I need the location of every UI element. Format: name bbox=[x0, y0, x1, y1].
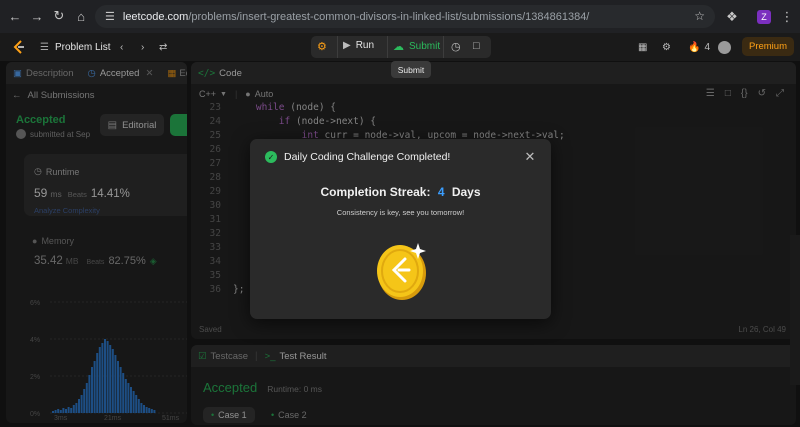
prev-problem-icon[interactable]: ‹ bbox=[120, 37, 123, 57]
streak-line: Completion Streak: 4 Days bbox=[250, 185, 551, 199]
close-icon[interactable]: ✕ bbox=[521, 148, 539, 166]
browser-menu-icon[interactable]: ⋮ bbox=[778, 5, 796, 28]
next-problem-icon[interactable]: › bbox=[141, 37, 144, 57]
streak-unit: Days bbox=[451, 185, 481, 199]
debug-icon[interactable]: ⚙ bbox=[317, 40, 327, 53]
submit-tooltip: Submit bbox=[391, 61, 431, 78]
back-arrow-icon[interactable]: ← bbox=[4, 5, 26, 27]
submit-label: Submit bbox=[409, 41, 441, 52]
app-header: ☰ Problem List ‹ › ⇄ ⚙ ▶ Run ☁ Submit ◷ … bbox=[0, 33, 800, 61]
modal-title: Daily Coding Challenge Completed! bbox=[284, 151, 451, 163]
extensions-icon[interactable]: ❖ bbox=[722, 5, 742, 28]
run-label: Run bbox=[355, 40, 375, 51]
shuffle-icon[interactable]: ⇄ bbox=[159, 37, 167, 57]
play-icon: ▶ bbox=[343, 40, 351, 51]
settings-gear-icon[interactable]: ⚙ bbox=[662, 37, 671, 57]
url-host: leetcode.com bbox=[122, 10, 189, 23]
coin-icon bbox=[377, 243, 426, 300]
problem-list-label: Problem List bbox=[54, 41, 111, 53]
streak-counter[interactable]: 🔥 4 bbox=[688, 37, 710, 57]
modal-header: ✓ Daily Coding Challenge Completed! bbox=[265, 151, 450, 163]
daily-challenge-modal: ✓ Daily Coding Challenge Completed! ✕ Co… bbox=[250, 139, 551, 319]
timer-icon[interactable]: ◷ bbox=[451, 40, 461, 53]
premium-button[interactable]: Premium bbox=[742, 37, 794, 56]
profile-avatar[interactable]: Z bbox=[754, 5, 774, 28]
reload-icon[interactable]: ↻ bbox=[48, 5, 70, 27]
browser-toolbar: ← → ↻ ⌂ ☰ leetcode.com/problems/insert-g… bbox=[0, 0, 800, 33]
streak-label: Completion Streak: bbox=[320, 185, 431, 199]
run-submit-bar: ⚙ ▶ Run ☁ Submit ◷ □ bbox=[311, 36, 491, 58]
url-path: /problems/insert-greatest-common-divisor… bbox=[188, 10, 590, 23]
app-root: ← → ↻ ⌂ ☰ leetcode.com/problems/insert-g… bbox=[0, 0, 800, 427]
address-bar[interactable]: ☰ leetcode.com/problems/insert-greatest-… bbox=[95, 5, 715, 28]
streak-value: 4 bbox=[437, 185, 445, 199]
home-icon[interactable]: ⌂ bbox=[70, 5, 92, 27]
submit-button[interactable]: ☁ Submit bbox=[393, 40, 440, 53]
leetcode-logo-icon[interactable] bbox=[12, 37, 26, 57]
user-avatar[interactable] bbox=[718, 37, 731, 57]
notes-icon[interactable]: □ bbox=[473, 40, 480, 52]
bookmark-star-icon[interactable]: ☆ bbox=[694, 9, 705, 23]
check-circle-icon: ✓ bbox=[265, 151, 277, 163]
modal-message: Consistency is key, see you tomorrow! bbox=[336, 208, 465, 217]
cloud-upload-icon: ☁ bbox=[393, 41, 404, 53]
problem-list-button[interactable]: ☰ Problem List bbox=[40, 37, 111, 57]
list-icon: ☰ bbox=[40, 41, 49, 53]
premium-label: Premium bbox=[748, 41, 787, 52]
run-button[interactable]: ▶ Run bbox=[343, 40, 374, 51]
streak-count: 4 bbox=[704, 41, 711, 53]
forward-arrow-icon[interactable]: → bbox=[26, 5, 48, 27]
site-info-icon[interactable]: ☰ bbox=[105, 10, 115, 23]
fire-icon: 🔥 bbox=[688, 41, 701, 53]
layout-icon[interactable]: ▦ bbox=[638, 37, 647, 57]
